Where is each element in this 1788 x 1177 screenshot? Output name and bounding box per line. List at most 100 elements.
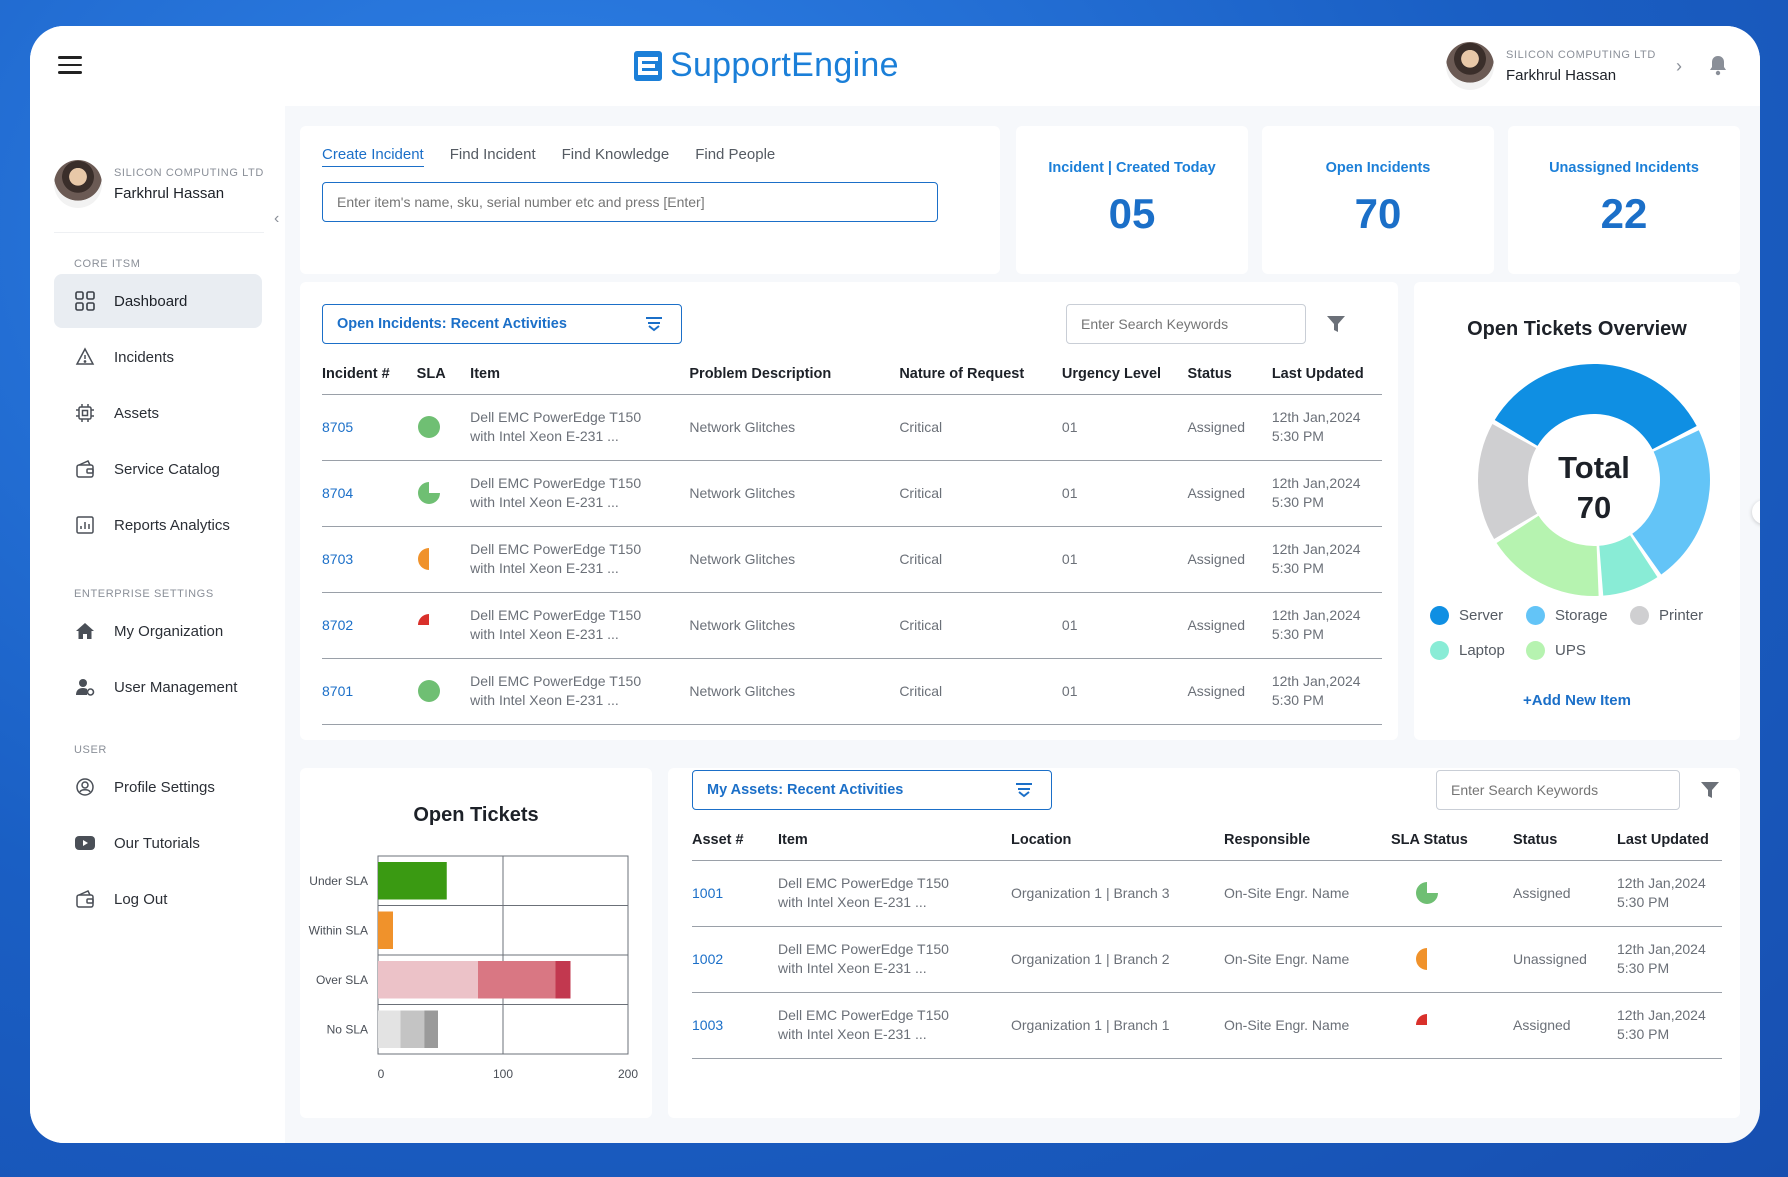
asset-id-link[interactable]: 1002 (692, 926, 778, 993)
stat-card-unassigned-incidents[interactable]: Unassigned Incidents 22 (1508, 126, 1740, 274)
bar-no-sla-segment-2[interactable] (400, 1010, 425, 1049)
column-header[interactable]: Location (1011, 820, 1224, 861)
filter-list-icon (646, 317, 662, 332)
assets-search-input[interactable] (1436, 770, 1680, 810)
sidebar-item-our-tutorials[interactable]: Our Tutorials (54, 816, 262, 870)
open-tickets-overview-card: Open Tickets Overview Total 70 Server St… (1414, 282, 1740, 740)
table-row[interactable]: 8703 Dell EMC PowerEdge T150 with Intel Xe… (322, 526, 1382, 593)
table-row[interactable]: 8701 Dell EMC PowerEdge T150 with Intel Xe… (322, 658, 1382, 725)
stat-value: 22 (1600, 190, 1648, 237)
sidebar-item-log-out[interactable]: Log Out (54, 872, 262, 926)
sla-pie-icon (417, 548, 429, 570)
asset-id-link[interactable]: 1001 (692, 860, 778, 927)
top-user-profile[interactable]: SILICON COMPUTING LTD Farkhrul Hassan (1446, 42, 1656, 90)
y-tick-label: Under SLA (309, 874, 368, 888)
legend-item-printer[interactable]: Printer (1630, 606, 1703, 625)
tab-find-knowledge[interactable]: Find Knowledge (562, 146, 670, 167)
sidebar-item-profile-settings[interactable]: Profile Settings (54, 760, 262, 814)
asset-id-link[interactable]: 1003 (692, 992, 778, 1059)
incident-id-link[interactable]: 8704 (322, 460, 417, 527)
column-header[interactable]: Nature of Request (899, 354, 1062, 395)
legend-label: Printer (1659, 607, 1704, 624)
bar-over-sla-segment-2[interactable] (478, 961, 556, 999)
location-cell: Organization 1 | Branch 3 (1011, 860, 1224, 927)
column-header[interactable]: Last Updated (1617, 820, 1722, 861)
stat-value: 05 (1108, 190, 1156, 237)
collapse-sidebar-icon[interactable]: ‹ (274, 210, 279, 228)
column-header[interactable]: Last Updated (1271, 354, 1382, 395)
column-header[interactable]: SLA Status (1391, 820, 1513, 861)
column-header[interactable]: Urgency Level (1061, 354, 1188, 395)
wallet-icon (74, 458, 96, 480)
sidebar-item-reports-analytics[interactable]: Reports Analytics (54, 498, 262, 552)
brand-logo[interactable]: SupportEngine (632, 46, 899, 85)
column-header[interactable]: Status (1513, 820, 1617, 861)
table-row[interactable]: 8704 Dell EMC PowerEdge T150 with Intel Xe… (322, 460, 1382, 527)
chevron-right-icon[interactable]: › (1676, 56, 1682, 77)
column-header[interactable]: Asset # (692, 820, 778, 861)
donut-slice-storage[interactable] (1632, 430, 1710, 575)
legend-item-server[interactable]: Server (1430, 606, 1503, 625)
filter-icon[interactable] (1326, 314, 1346, 334)
bar-no-sla-segment-1[interactable] (378, 1010, 401, 1049)
sidebar-item-dashboard[interactable]: Dashboard (54, 274, 262, 328)
sidebar-item-my-organization[interactable]: My Organization (54, 604, 262, 658)
incident-id-link[interactable]: 8703 (322, 526, 417, 593)
column-header[interactable]: Item (470, 354, 690, 395)
stat-card-open-incidents[interactable]: Open Incidents 70 (1262, 126, 1494, 274)
stat-card-created-today[interactable]: Incident | Created Today 05 (1016, 126, 1248, 274)
column-header[interactable]: Status (1187, 354, 1272, 395)
sla-fill (1416, 882, 1438, 904)
legend-item-ups[interactable]: UPS (1526, 641, 1586, 660)
incidents-search-input[interactable] (1066, 304, 1306, 344)
sidebar-item-service-catalog[interactable]: Service Catalog (54, 442, 262, 496)
assets-view-dropdown[interactable]: My Assets: Recent Activities (692, 770, 1052, 810)
donut-slice-printer[interactable] (1478, 424, 1538, 539)
table-row[interactable]: 8702 Dell EMC PowerEdge T150 with Intel Xe… (322, 592, 1382, 659)
column-header[interactable]: Incident # (322, 354, 417, 395)
sidebar-item-user-management[interactable]: User Management (54, 660, 262, 714)
bar-over-sla-segment-3[interactable] (555, 961, 571, 999)
incident-id-link[interactable]: 8705 (322, 394, 417, 461)
column-header[interactable]: Responsible (1224, 820, 1391, 861)
urgency-cell: 01 (1061, 658, 1188, 725)
column-header[interactable]: Problem Description (689, 354, 900, 395)
bar-under-sla-segment-1[interactable] (378, 862, 447, 900)
column-header[interactable]: Item (778, 820, 1011, 861)
bell-icon[interactable] (1708, 54, 1728, 76)
section-label-enterprise: ENTERPRISE SETTINGS (74, 588, 214, 600)
menu-icon[interactable] (58, 56, 82, 74)
sidebar-user-profile[interactable]: SILICON COMPUTING LTD Farkhrul Hassan (54, 160, 264, 208)
donut-slice-server[interactable] (1494, 364, 1697, 450)
legend-item-laptop[interactable]: Laptop (1430, 641, 1505, 660)
table-row[interactable]: 1002 Dell EMC PowerEdge T150 with Intel Xe… (692, 926, 1722, 993)
last-updated-cell-line1: 12th Jan,2024 (1271, 475, 1361, 491)
sidebar-item-incidents[interactable]: Incidents (54, 330, 262, 384)
table-row[interactable]: 1001 Dell EMC PowerEdge T150 with Intel Xe… (692, 860, 1722, 927)
incident-id-link[interactable]: 8702 (322, 592, 417, 659)
nature-cell: Critical (899, 526, 1062, 593)
tab-create-incident[interactable]: Create Incident (322, 146, 424, 167)
tab-find-incident[interactable]: Find Incident (450, 146, 536, 167)
column-header[interactable]: SLA (416, 354, 471, 395)
legend-item-storage[interactable]: Storage (1526, 606, 1608, 625)
filter-icon[interactable] (1700, 780, 1720, 800)
add-new-item-link[interactable]: +Add New Item (1414, 692, 1740, 709)
item-cell-line1: Dell EMC PowerEdge T150 (778, 941, 949, 957)
chevron-left-icon[interactable]: ‹ (1752, 500, 1760, 524)
dropdown-label: Open Incidents: Recent Activities (337, 316, 567, 332)
y-tick-label: Over SLA (316, 973, 368, 987)
bar-over-sla-segment-1[interactable] (378, 961, 478, 999)
incident-id-link[interactable]: 8701 (322, 658, 417, 725)
item-search-input[interactable] (322, 182, 938, 222)
tab-find-people[interactable]: Find People (695, 146, 775, 167)
bar-no-sla-segment-3[interactable] (424, 1010, 438, 1049)
table-row[interactable]: 1003 Dell EMC PowerEdge T150 with Intel Xe… (692, 992, 1722, 1059)
incidents-view-dropdown[interactable]: Open Incidents: Recent Activities (322, 304, 682, 344)
sidebar-item-assets[interactable]: Assets (54, 386, 262, 440)
table-row[interactable]: 8705 Dell EMC PowerEdge T150 with Intel Xe… (322, 394, 1382, 461)
problem-cell: Network Glitches (689, 658, 900, 725)
sidebar-item-label: My Organization (114, 622, 224, 640)
status-cell: Assigned (1187, 394, 1272, 461)
bar-within-sla-segment-1[interactable] (378, 911, 393, 950)
